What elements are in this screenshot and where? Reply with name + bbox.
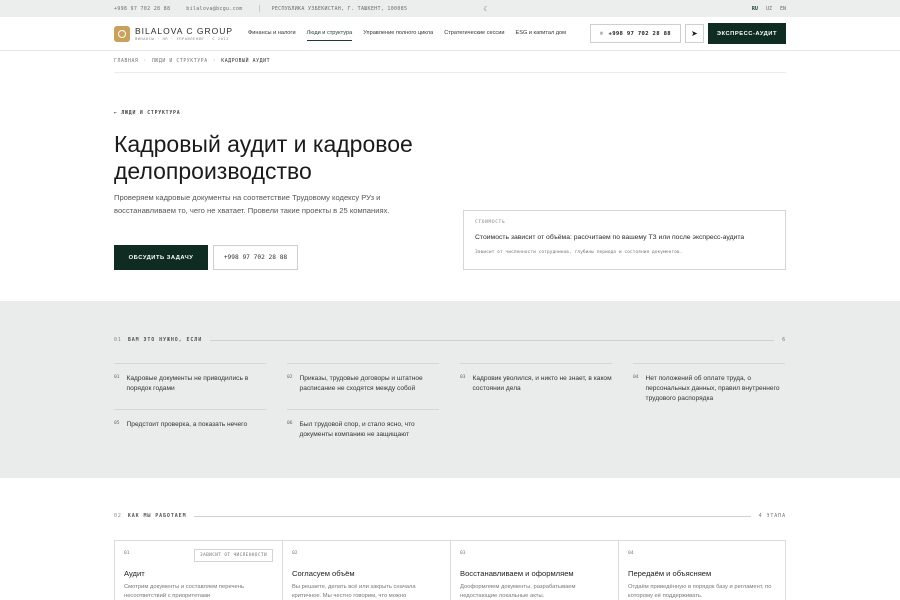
needs-section-title: ВАМ ЭТО НУЖНО, ЕСЛИ xyxy=(127,337,203,343)
price-note: Зависит от численности сотрудников, глуб… xyxy=(475,250,683,255)
need-item: 01 Кадровые документы не приводились в п… xyxy=(114,363,266,394)
header-phone-button[interactable]: ✆ +998 97 702 28 88 xyxy=(589,24,681,43)
step-description: Отдаём приведённую в порядок базу и регл… xyxy=(628,584,772,599)
page-title: Кадровый аудит и кадровое делопроизводст… xyxy=(114,131,413,184)
section-divider xyxy=(194,515,751,517)
nav-people-structure[interactable]: Люди и структура xyxy=(306,26,353,41)
how-we-work-section: 02 КАК МЫ РАБОТАЕМ 4 ЭТАПА 01 ЗАВИСИТ ОТ… xyxy=(0,478,900,600)
logo[interactable]: BILALOVA C GROUP ФИНАНСЫ · HR · УПРАВЛЕН… xyxy=(114,25,234,42)
needs-header: 01 ВАМ ЭТО НУЖНО, ЕСЛИ 6 xyxy=(114,337,786,343)
needs-section: 01 ВАМ ЭТО НУЖНО, ЕСЛИ 6 01 Кадровые док… xyxy=(0,301,900,478)
step-tag: ЗАВИСИТ ОТ ЧИСЛЕННОСТИ xyxy=(194,549,273,562)
hero-description: Проверяем кадровые документы на соответс… xyxy=(114,193,390,215)
hero-phone-button[interactable]: +998 97 702 28 88 xyxy=(213,245,298,270)
need-number: 01 xyxy=(114,375,120,380)
lang-en[interactable]: EN xyxy=(780,6,786,12)
nav-full-cycle-management[interactable]: Управление полного цикла xyxy=(363,26,433,41)
needs-count: 6 xyxy=(782,337,786,343)
logo-mark-icon xyxy=(114,25,130,42)
how-header: 02 КАК МЫ РАБОТАЕМ 4 ЭТАПА xyxy=(114,513,786,519)
main-header: BILALOVA C GROUP ФИНАНСЫ · HR · УПРАВЛЕН… xyxy=(0,17,900,51)
need-item: 03 Кадровик уволился, и никто не знает, … xyxy=(460,363,612,394)
need-item: 06 Был трудовой спор, и стало ясно, что … xyxy=(287,409,439,440)
need-number: 05 xyxy=(114,421,120,426)
nav-strategic-sessions[interactable]: Стратегические сессии xyxy=(444,26,504,41)
step-card: 03 Восстанавливаем и оформляем Дооформля… xyxy=(450,540,618,600)
need-text: Кадровые документы не приводились в поря… xyxy=(126,375,249,392)
breadcrumb-separator: · xyxy=(143,59,147,64)
step-title: Аудит xyxy=(124,569,145,578)
logo-name: BILALOVA C GROUP xyxy=(135,26,234,36)
back-link[interactable]: ← ЛЮДИ И СТРУКТУРА xyxy=(114,111,180,116)
phone-icon: ✆ xyxy=(599,30,604,37)
discuss-task-button[interactable]: ОБСУДИТЬ ЗАДАЧУ xyxy=(114,245,208,270)
step-description: Смотрим документы и составляем перечень … xyxy=(124,584,244,599)
need-number: 02 xyxy=(287,375,293,380)
step-card: 04 Передаём и объясняем Отдаём приведённ… xyxy=(618,540,786,600)
step-description: Дооформляем документы, разрабатываем нед… xyxy=(460,584,576,599)
breadcrumb-current: КАДРОВЫЙ АУДИТ xyxy=(221,59,271,64)
need-text: Кадровик уволился, и никто не знает, в к… xyxy=(472,375,612,392)
how-section-number: 02 xyxy=(114,513,122,519)
step-card: 01 ЗАВИСИТ ОТ ЧИСЛЕННОСТИ Аудит Смотрим … xyxy=(114,540,282,600)
step-title: Восстанавливаем и оформляем xyxy=(460,569,574,578)
price-main: Стоимость зависит от объёма: рассчитаем … xyxy=(475,234,745,241)
need-text: Приказы, трудовые договоры и штатное рас… xyxy=(299,375,423,392)
breadcrumb-home[interactable]: ГЛАВНАЯ xyxy=(114,59,138,64)
needs-section-number: 01 xyxy=(114,337,122,343)
how-count: 4 ЭТАПА xyxy=(758,513,786,519)
top-utility-bar: +998 97 702 28 88 bilalova@bcgu.com РЕСП… xyxy=(0,0,900,17)
send-arrow-icon: ➤ xyxy=(691,29,698,38)
need-text: Нет положений об оплате труда, о персона… xyxy=(645,375,780,402)
nav-finance[interactable]: Финансы и налоги xyxy=(248,26,296,41)
need-item: 05 Предстоит проверка, а показать нечего xyxy=(114,409,266,430)
step-card: 02 Согласуем объём Вы решаете, делать вс… xyxy=(282,540,450,600)
header-phone-label: +998 97 702 28 88 xyxy=(608,30,671,37)
hero-section: ← ЛЮДИ И СТРУКТУРА Кадровый аудит и кадр… xyxy=(0,73,900,301)
step-number: 04 xyxy=(628,551,634,556)
step-number: 03 xyxy=(460,551,466,556)
step-title: Передаём и объясняем xyxy=(628,569,712,578)
need-text: Предстоит проверка, а показать нечего xyxy=(126,421,248,428)
need-item: 04 Нет положений об оплате труда, о перс… xyxy=(633,363,785,404)
need-number: 03 xyxy=(460,375,466,380)
breadcrumb-separator: · xyxy=(212,59,217,64)
price-label: СТОИМОСТЬ xyxy=(475,220,506,225)
need-number: 06 xyxy=(287,421,293,426)
topbar-email[interactable]: bilalova@bcgu.com xyxy=(186,6,242,12)
lang-ru[interactable]: RU xyxy=(752,6,758,12)
need-text: Был трудовой спор, и стало ясно, что док… xyxy=(299,421,415,438)
need-item: 02 Приказы, трудовые договоры и штатное … xyxy=(287,363,439,394)
topbar-phone[interactable]: +998 97 702 28 88 xyxy=(114,6,170,12)
step-title: Согласуем объём xyxy=(292,569,355,578)
lang-uz[interactable]: UZ xyxy=(766,6,772,12)
theme-toggle-moon-icon[interactable]: ☾ xyxy=(483,5,489,13)
section-divider xyxy=(210,339,775,341)
step-description: Вы решаете, делать всё или закрыть снача… xyxy=(292,584,416,599)
logo-tagline: ФИНАНСЫ · HR · УПРАВЛЕНИЕ · С 2012 xyxy=(135,37,229,41)
need-number: 04 xyxy=(633,375,639,380)
breadcrumb: ГЛАВНАЯ · ЛЮДИ И СТРУКТУРА · КАДРОВЫЙ АУ… xyxy=(114,51,786,73)
topbar-divider xyxy=(258,5,260,12)
step-number: 02 xyxy=(292,551,298,556)
how-section-title: КАК МЫ РАБОТАЕМ xyxy=(127,513,187,519)
language-switcher: RU UZ EN xyxy=(752,6,786,12)
price-card: СТОИМОСТЬ Стоимость зависит от объёма: р… xyxy=(463,210,786,270)
express-audit-button[interactable]: ЭКСПРЕСС-АУДИТ xyxy=(707,23,786,44)
topbar-address: РЕСПУБЛИКА УЗБЕКИСТАН, Г. ТАШКЕНТ, 10008… xyxy=(271,5,408,12)
nav-esg[interactable]: ESG и капитал дом xyxy=(515,26,566,41)
breadcrumb-section[interactable]: ЛЮДИ И СТРУКТУРА xyxy=(152,59,208,64)
main-nav: Финансы и налоги Люди и структура Управл… xyxy=(248,26,566,41)
telegram-button[interactable]: ➤ xyxy=(684,24,704,43)
